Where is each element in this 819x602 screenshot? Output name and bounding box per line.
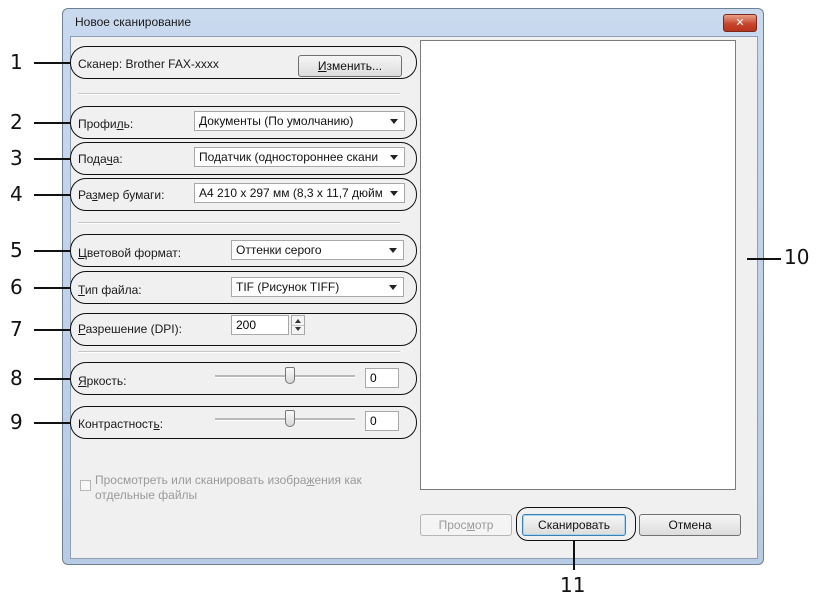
brightness-label: Яркость: <box>78 374 127 388</box>
preview-area <box>420 40 736 490</box>
callout-leader <box>34 122 70 124</box>
separate-files-checkbox[interactable] <box>80 480 91 491</box>
callout-leader <box>747 258 781 260</box>
spin-up-icon <box>295 319 301 323</box>
brightness-input[interactable]: 0 <box>365 368 399 388</box>
callout-leader <box>34 194 70 196</box>
callout-leader <box>34 158 70 160</box>
resolution-input[interactable]: 200 <box>231 315 289 335</box>
separator <box>78 93 400 95</box>
feed-label: Подача: <box>78 152 123 166</box>
brightness-slider-thumb[interactable] <box>285 367 295 384</box>
callout-3: 3 <box>10 146 23 170</box>
profile-value: Документы (По умолчанию) <box>199 114 354 128</box>
callout-4: 4 <box>10 182 23 206</box>
change-scanner-button[interactable]: Изменить... <box>298 55 402 77</box>
callout-11: 11 <box>560 573 586 597</box>
contrast-input[interactable]: 0 <box>365 411 399 431</box>
chevron-down-icon <box>389 248 397 253</box>
chevron-down-icon <box>390 155 398 160</box>
callout-1: 1 <box>10 50 23 74</box>
file-type-dropdown[interactable]: TIF (Рисунок TIFF) <box>231 277 404 297</box>
contrast-slider-thumb[interactable] <box>285 410 295 427</box>
cancel-button[interactable]: Отмена <box>639 514 741 536</box>
window-title: Новое сканирование <box>75 15 192 29</box>
callout-5: 5 <box>10 238 23 262</box>
chevron-down-icon <box>389 285 397 290</box>
callout-leader <box>34 422 70 424</box>
paper-size-value: A4 210 x 297 мм (8,3 x 11,7 дюймс <box>199 186 382 200</box>
scan-button[interactable]: Сканировать <box>522 514 626 536</box>
color-format-label: Цветовой формат: <box>78 246 182 260</box>
feed-value: Податчик (одностороннее скани <box>199 150 379 164</box>
change-button-label: зменить... <box>326 59 383 73</box>
resolution-spinner[interactable] <box>291 315 305 335</box>
callout-leader <box>34 62 70 64</box>
change-button-underlined: И <box>317 59 327 73</box>
callout-8: 8 <box>10 366 23 390</box>
callout-7: 7 <box>10 317 23 341</box>
callout-leader <box>34 287 70 289</box>
callout-2: 2 <box>10 110 23 134</box>
title-bar: Новое сканирование ✕ <box>63 9 763 35</box>
contrast-label: Контрастность: <box>78 417 164 431</box>
chevron-down-icon <box>390 191 398 196</box>
separator <box>78 351 400 353</box>
callout-6: 6 <box>10 275 23 299</box>
feed-dropdown[interactable]: Податчик (одностороннее скани <box>194 147 405 167</box>
callout-leader <box>34 250 70 252</box>
callout-9: 9 <box>10 410 23 434</box>
preview-button[interactable]: Просмотр <box>420 514 512 536</box>
callout-10: 10 <box>784 245 810 269</box>
profile-label: Профиль: <box>78 117 134 131</box>
resolution-label: Разрешение (DPI): <box>78 322 182 336</box>
file-type-label: Тип файла: <box>78 283 142 297</box>
chevron-down-icon <box>390 119 398 124</box>
separate-files-label-line2: отдельные файлы <box>95 488 198 502</box>
paper-size-label: Размер бумаги: <box>78 188 165 202</box>
profile-dropdown[interactable]: Документы (По умолчанию) <box>194 111 405 131</box>
color-format-dropdown[interactable]: Оттенки серого <box>231 240 404 260</box>
color-format-value: Оттенки серого <box>236 243 322 257</box>
separator <box>78 222 400 224</box>
separate-files-label-line1: Просмотреть или сканировать изображения … <box>95 473 362 487</box>
close-button[interactable]: ✕ <box>723 14 757 32</box>
file-type-value: TIF (Рисунок TIFF) <box>236 280 340 294</box>
spin-down-icon <box>295 327 301 331</box>
paper-size-dropdown[interactable]: A4 210 x 297 мм (8,3 x 11,7 дюймс <box>194 183 405 203</box>
spin-divider <box>292 325 304 326</box>
callout-leader <box>573 540 575 570</box>
callout-leader <box>34 329 70 331</box>
callout-leader <box>34 378 70 380</box>
scanner-label: Сканер: Brother FAX-xxxx <box>78 57 219 71</box>
